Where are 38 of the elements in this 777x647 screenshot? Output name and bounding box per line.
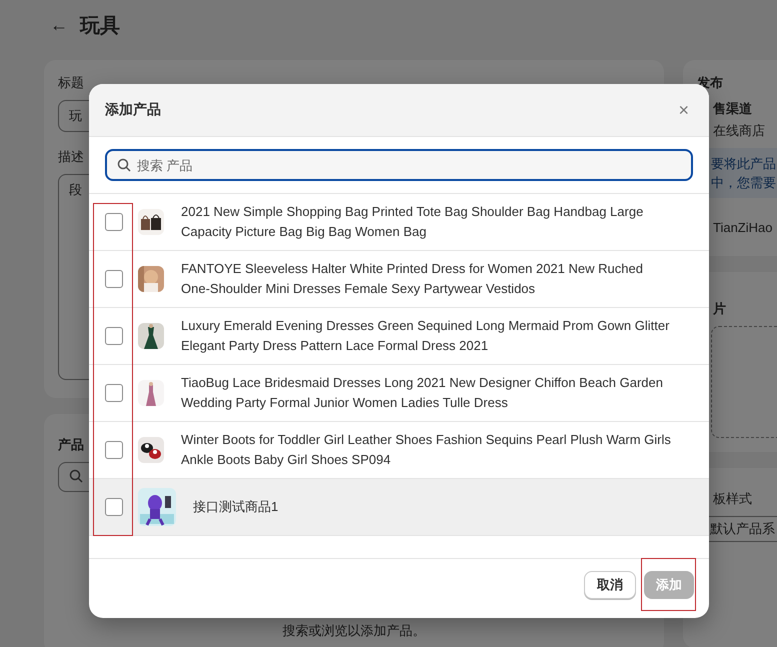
product-row[interactable]: FANTOYE Sleeveless Halter White Printed Dress for Women 2021 New Ruched One-Shoulder Mini Dresses Female Sexy Partywear Vestidos [89,251,709,308]
checkbox[interactable] [105,498,123,516]
notice-text: 中，您需要 [711,174,776,192]
close-button[interactable]: × [674,100,693,120]
product-title: 接口测试商品1 [193,498,278,516]
field-label: 板样式 [713,490,752,508]
dialog-title: 添加产品 [105,101,161,119]
product-title: 2021 New Simple Shopping Bag Printed Tote Bag Shoulder Bag Handbag Large Capacity Picture Bag Big Bag Women Bag [181,203,644,241]
store-name: TianZiHao [713,220,772,235]
product-title: Winter Boots for Toddler Girl Leather Shoes Fashion Sequins Pearl Plush Warm Girls Ankle Boots Baby Girl Shoes SP094 [181,431,671,469]
field-label: 标题 [58,74,84,92]
checkbox[interactable] [105,213,123,231]
highlight-frame [641,558,696,611]
search-field[interactable]: 搜索 产品 [105,149,693,181]
checkbox[interactable] [105,327,123,345]
product-row[interactable]: 接口测试商品1 [89,479,709,536]
notice-text: 要将此产品 [711,155,776,173]
product-row[interactable]: 2021 New Simple Shopping Bag Printed Tote Bag Shoulder Bag Handbag Large Capacity Picture Bag Big Bag Women Bag [89,194,709,251]
product-row[interactable]: TiaoBug Lace Bridesmaid Dresses Long 2021 New Designer Chiffon Beach Garden Wedding Party Formal Junior Women Ladies Tulle Dress [89,365,709,422]
page-title: 玩具 [80,14,120,38]
checkbox[interactable] [105,441,123,459]
card-heading: 片 [713,300,726,318]
search-icon [117,158,131,172]
channel-name: 在线商店 [713,122,765,140]
product-row[interactable]: Winter Boots for Toddler Girl Leather Shoes Fashion Sequins Pearl Plush Warm Girls Ankle Boots Baby Girl Shoes SP094 [89,422,709,479]
search-icon [69,469,83,483]
checkbox[interactable] [105,384,123,402]
product-title: FANTOYE Sleeveless Halter White Printed Dress for Women 2021 New Ruched One-Shoulder Mini Dresses Female Sexy Partywear Vestidos [181,260,644,298]
empty-hint: 搜索或浏览以添加产品。 [282,622,426,640]
product-title: TiaoBug Lace Bridesmaid Dresses Long 2021 New Designer Chiffon Beach Garden Wedding Party Formal Junior Women Ladies Tulle Dress [181,374,664,412]
field-label: 描述 [58,148,84,166]
card-heading: 产品 [58,436,84,454]
section-label: 售渠道 [713,100,752,118]
product-title: Luxury Emerald Evening Dresses Green Sequined Long Mermaid Prom Gown Glitter Elegant Party Dress Pattern Lace Formal Dress 2021 [181,317,670,355]
back-arrow[interactable]: ← [50,14,68,36]
cancel-button[interactable]: 取消 [584,570,636,598]
checkbox[interactable] [105,270,123,288]
product-row[interactable]: Luxury Emerald Evening Dresses Green Sequined Long Mermaid Prom Gown Glitter Elegant Party Dress Pattern Lace Formal Dress 2021 [89,308,709,365]
